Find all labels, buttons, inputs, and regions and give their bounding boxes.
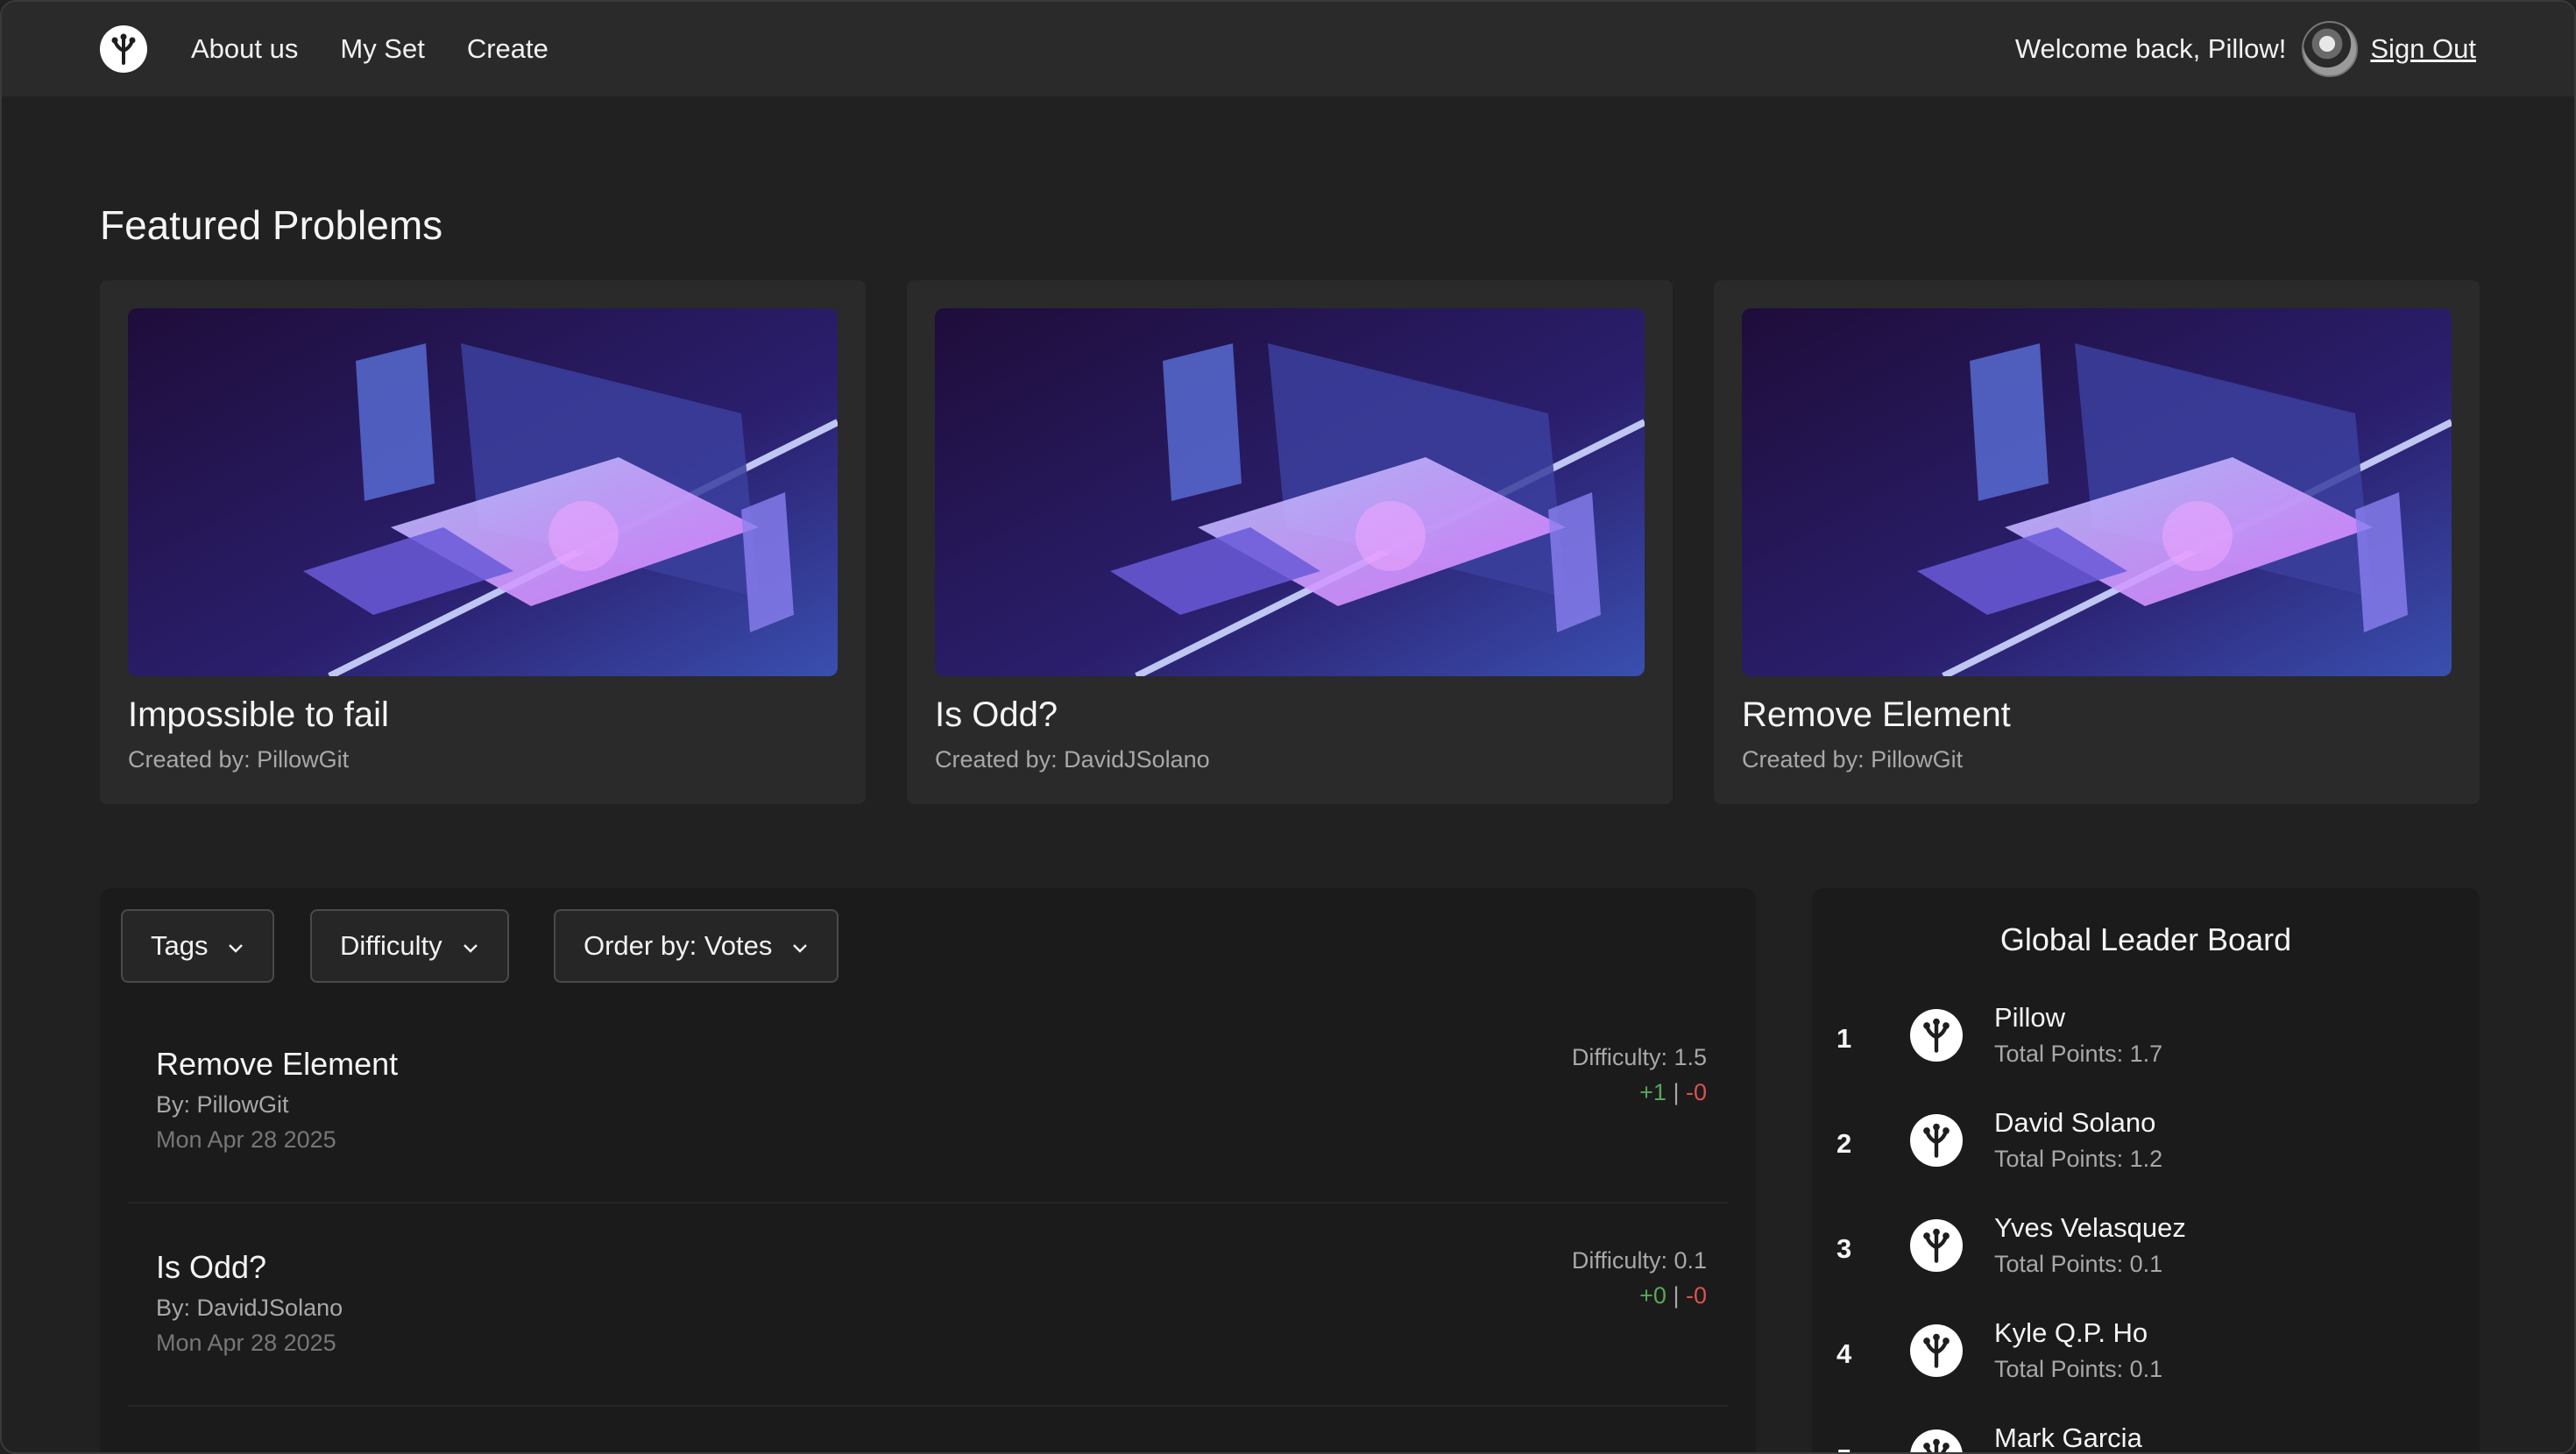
featured-card[interactable]: Is Odd? Created by: DavidJSolano bbox=[907, 280, 1673, 804]
problem-votes: +0 | -0 bbox=[1639, 1282, 1707, 1309]
leaderboard-rank: 5 bbox=[1836, 1443, 1851, 1452]
featured-card-image bbox=[935, 308, 1645, 676]
downvote-count: -0 bbox=[1685, 1282, 1707, 1309]
leaderboard-points: Total Points: 1.2 bbox=[1994, 1146, 2163, 1172]
navbar: About us My Set Create Welcome back, Pil… bbox=[2, 2, 2574, 96]
leaderboard-entry[interactable]: 5 Mark Garcia bbox=[1812, 1412, 2480, 1453]
featured-card-title: Remove Element bbox=[1742, 695, 2011, 734]
tree-avatar-icon bbox=[1910, 1324, 1963, 1377]
problem-list-panel: Tags Difficulty Order by: Votes Remove E… bbox=[100, 888, 1756, 1452]
leaderboard-name: Kyle Q.P. Ho bbox=[1994, 1317, 2148, 1348]
problem-title: Remove Element bbox=[156, 1046, 399, 1082]
upvote-count: +0 bbox=[1639, 1282, 1667, 1309]
tree-avatar-icon bbox=[1910, 1429, 1963, 1452]
app-window: About us My Set Create Welcome back, Pil… bbox=[0, 0, 2576, 1454]
tree-avatar-icon bbox=[1910, 1114, 1963, 1167]
chevron-down-icon bbox=[791, 930, 809, 962]
problem-title: Is Odd? bbox=[156, 1249, 267, 1285]
tags-filter-label: Tags bbox=[151, 930, 209, 961]
problem-date: Mon Apr 28 2025 bbox=[156, 1330, 336, 1356]
problem-author: By: PillowGit bbox=[156, 1091, 289, 1118]
featured-card-image bbox=[128, 308, 838, 676]
featured-card-author: Created by: PillowGit bbox=[128, 746, 350, 773]
leaderboard-name: David Solano bbox=[1994, 1107, 2156, 1138]
vote-separator: | bbox=[1666, 1282, 1686, 1309]
featured-card[interactable]: Remove Element Created by: PillowGit bbox=[1714, 280, 2480, 804]
difficulty-filter-label: Difficulty bbox=[340, 930, 442, 961]
nav-create[interactable]: Create bbox=[467, 33, 548, 65]
problem-votes: +1 | -0 bbox=[1639, 1079, 1707, 1106]
leaderboard-entry[interactable]: 2 David Solano Total Points: 1.2 bbox=[1812, 1097, 2480, 1193]
leaderboard-entry[interactable]: 1 Pillow Total Points: 1.7 bbox=[1812, 992, 2480, 1088]
problem-difficulty: Difficulty: 0.1 bbox=[1571, 1247, 1707, 1274]
leaderboard-rank: 3 bbox=[1836, 1233, 1852, 1264]
leaderboard-title: Global Leader Board bbox=[1999, 921, 2292, 957]
problem-difficulty: Difficulty: 1.5 bbox=[1571, 1044, 1707, 1070]
featured-card-author: Created by: DavidJSolano bbox=[935, 746, 1210, 773]
downvote-count: -0 bbox=[1685, 1079, 1707, 1105]
problem-row[interactable]: Is Odd? By: DavidJSolano Mon Apr 28 2025… bbox=[128, 1214, 1728, 1407]
featured-problems-heading: Featured Problems bbox=[100, 202, 443, 248]
leaderboard-panel: Global Leader Board 1 Pillow Total Point… bbox=[1812, 888, 2480, 1453]
tree-logo-icon[interactable] bbox=[100, 25, 147, 73]
chevron-down-icon bbox=[462, 930, 479, 962]
leaderboard-rank: 1 bbox=[1836, 1023, 1852, 1054]
sign-out-link[interactable]: Sign Out bbox=[2370, 33, 2476, 65]
difficulty-filter-dropdown[interactable]: Difficulty bbox=[310, 909, 509, 983]
problem-row[interactable]: Remove Element By: PillowGit Mon Apr 28 … bbox=[128, 1011, 1728, 1203]
problem-author: By: DavidJSolano bbox=[156, 1295, 343, 1321]
leaderboard-entry[interactable]: 4 Kyle Q.P. Ho Total Points: 0.1 bbox=[1812, 1307, 2480, 1403]
featured-card-image bbox=[1742, 308, 2452, 676]
avatar[interactable] bbox=[2302, 21, 2359, 77]
tree-avatar-icon bbox=[1910, 1009, 1963, 1062]
leaderboard-points: Total Points: 0.1 bbox=[1994, 1251, 2163, 1277]
welcome-text: Welcome back, Pillow! bbox=[2014, 33, 2287, 64]
problem-date: Mon Apr 28 2025 bbox=[156, 1126, 336, 1153]
leaderboard-rank: 2 bbox=[1836, 1128, 1852, 1159]
leaderboard-name: Yves Velasquez bbox=[1994, 1212, 2186, 1243]
vote-separator: | bbox=[1666, 1079, 1686, 1105]
leaderboard-rank: 4 bbox=[1836, 1338, 1852, 1369]
chevron-down-icon bbox=[227, 930, 244, 962]
tree-avatar-icon bbox=[1910, 1219, 1963, 1272]
order-by-label: Order by: Votes bbox=[584, 930, 773, 961]
leaderboard-points: Total Points: 0.1 bbox=[1994, 1356, 2163, 1382]
nav-about-us[interactable]: About us bbox=[191, 33, 298, 65]
tags-filter-dropdown[interactable]: Tags bbox=[121, 909, 275, 983]
user-area: Welcome back, Pillow! Sign Out bbox=[2015, 21, 2476, 77]
leaderboard-name: Pillow bbox=[1994, 1002, 2065, 1033]
order-by-dropdown[interactable]: Order by: Votes bbox=[554, 909, 839, 983]
featured-card[interactable]: Impossible to fail Created by: PillowGit bbox=[100, 280, 866, 804]
leaderboard-points: Total Points: 1.7 bbox=[1994, 1041, 2163, 1067]
upvote-count: +1 bbox=[1639, 1079, 1667, 1105]
nav-my-set[interactable]: My Set bbox=[340, 33, 424, 65]
leaderboard-name: Mark Garcia bbox=[1994, 1422, 2142, 1453]
featured-card-title: Impossible to fail bbox=[128, 695, 389, 734]
featured-card-title: Is Odd? bbox=[935, 695, 1058, 734]
featured-card-author: Created by: PillowGit bbox=[1742, 746, 1964, 773]
leaderboard-entry[interactable]: 3 Yves Velasquez Total Points: 0.1 bbox=[1812, 1202, 2480, 1298]
